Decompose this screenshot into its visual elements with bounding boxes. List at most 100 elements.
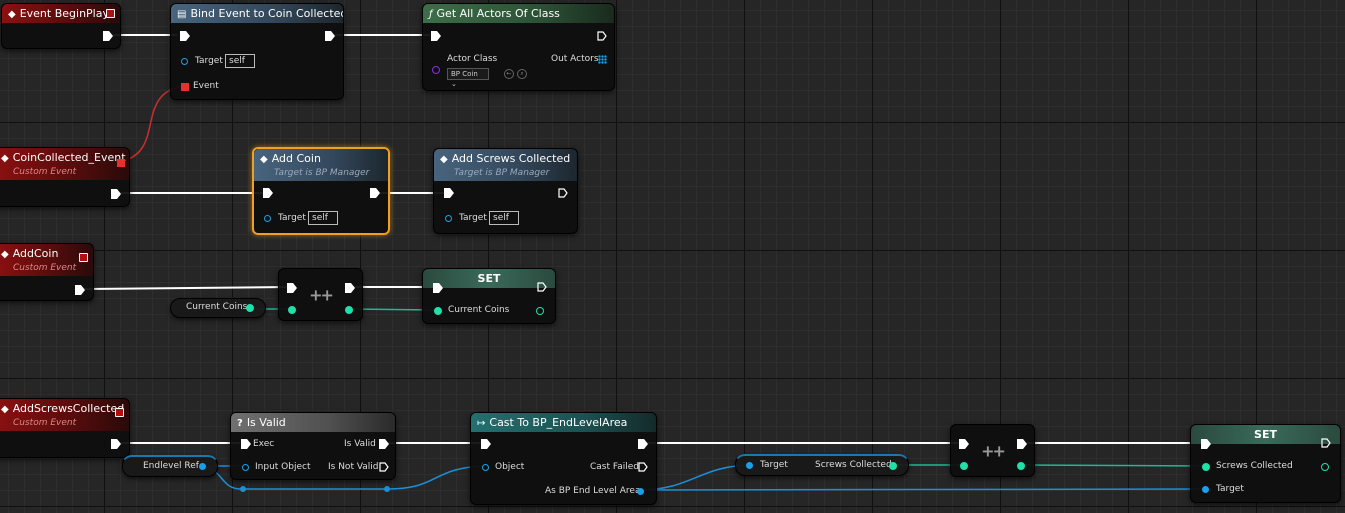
node-subtitle: Custom Event bbox=[13, 263, 77, 273]
variable-label: Screws Collected bbox=[1216, 461, 1293, 471]
int-output-pin[interactable] bbox=[536, 307, 544, 315]
variable-label: Screws Collected bbox=[815, 460, 892, 470]
node-title: Add Screws Collected bbox=[451, 152, 571, 165]
actor-class-input-pin[interactable] bbox=[432, 66, 440, 74]
target-self-field[interactable]: self bbox=[225, 54, 255, 68]
event-delegate-output-pin[interactable] bbox=[117, 159, 125, 167]
int-input-pin[interactable] bbox=[288, 306, 296, 314]
function-icon: ◆ bbox=[260, 154, 268, 165]
cast-to-endlevelarea-node[interactable]: ↦ Cast To BP_EndLevelArea Object Cast Fai… bbox=[470, 412, 657, 505]
question-icon: ? bbox=[237, 418, 243, 429]
as-endlevelarea-output-pin[interactable] bbox=[637, 488, 644, 495]
int-output-pin[interactable] bbox=[889, 462, 897, 470]
exec-output-pin[interactable] bbox=[558, 188, 568, 198]
addcoin-event-node[interactable]: ◆ AddCoin Custom Event bbox=[0, 243, 94, 301]
search-icon[interactable]: ⌕ bbox=[517, 69, 527, 79]
exec-input-pin[interactable] bbox=[959, 439, 969, 449]
input-object-label: Input Object bbox=[255, 462, 311, 472]
target-label: Target bbox=[278, 213, 306, 223]
exec-output-pin[interactable] bbox=[103, 31, 113, 41]
function-f-icon: ƒ bbox=[429, 9, 433, 20]
increment-symbol: ++ bbox=[309, 285, 334, 304]
int-input-pin[interactable] bbox=[434, 307, 442, 315]
is-valid-exec-pin[interactable] bbox=[379, 439, 389, 449]
delegate-output-pin[interactable] bbox=[79, 253, 88, 262]
exec-output-pin[interactable] bbox=[1017, 439, 1027, 449]
node-header: ◆ AddCoin Custom Event bbox=[0, 244, 93, 276]
set-screws-collected-node[interactable]: SET Screws Collected Target bbox=[1190, 424, 1341, 503]
current-coins-getter[interactable]: Current Coins bbox=[170, 298, 266, 318]
int-output-pin[interactable] bbox=[246, 304, 254, 312]
increment-node[interactable]: ++ bbox=[278, 268, 363, 321]
actor-class-dropdown[interactable]: BP Coin ⌄ bbox=[447, 68, 489, 88]
int-output-pin[interactable] bbox=[1321, 463, 1329, 471]
add-coin-node[interactable]: ◆ Add Coin Target is BP Manager Target sel… bbox=[252, 147, 390, 235]
coincollected-event-node[interactable]: ◆ CoinCollected_Event Custom Event bbox=[0, 147, 130, 207]
object-input-pin[interactable] bbox=[482, 464, 489, 471]
target-input-pin[interactable] bbox=[264, 215, 271, 222]
chevron-down-icon: ⌄ bbox=[451, 80, 457, 88]
node-header: ◆ Add Coin Target is BP Manager bbox=[254, 149, 388, 181]
exec-output-pin[interactable] bbox=[325, 31, 335, 41]
browse-back-icon[interactable]: ← bbox=[504, 69, 514, 79]
get-all-actors-node[interactable]: ƒ Get All Actors Of Class Actor Class BP … bbox=[422, 3, 615, 91]
exec-output-pin[interactable] bbox=[537, 282, 547, 292]
exec-input-pin[interactable] bbox=[263, 188, 273, 198]
node-header: ◆ AddScrewsCollected Custom Event bbox=[0, 399, 129, 431]
increment-node[interactable]: ++ bbox=[950, 424, 1035, 477]
is-valid-node[interactable]: ? Is Valid Exec Input Object Is Valid Is … bbox=[230, 412, 396, 480]
exec-output-pin[interactable] bbox=[597, 31, 607, 41]
target-self-field[interactable]: self bbox=[308, 211, 338, 225]
node-title: SET bbox=[1254, 428, 1277, 441]
delegate-output-pin[interactable] bbox=[106, 9, 115, 18]
event-delegate-input-pin[interactable] bbox=[181, 83, 189, 91]
int-input-pin[interactable] bbox=[1202, 463, 1210, 471]
target-self-field[interactable]: self bbox=[489, 211, 519, 225]
out-actors-array-pin[interactable] bbox=[598, 55, 607, 64]
exec-output-pin[interactable] bbox=[638, 439, 648, 449]
node-header: ↦ Cast To BP_EndLevelArea bbox=[471, 413, 656, 432]
exec-input-pin[interactable] bbox=[444, 188, 454, 198]
exec-input-pin[interactable] bbox=[287, 283, 297, 293]
event-beginplay-node[interactable]: ◆ Event BeginPlay bbox=[1, 3, 121, 49]
event-diamond-icon: ◆ bbox=[1, 404, 9, 415]
exec-output-pin[interactable] bbox=[75, 285, 85, 295]
endlevel-ref-getter[interactable]: Endlevel Ref bbox=[122, 455, 218, 477]
target-input-pin[interactable] bbox=[181, 58, 188, 65]
int-input-pin[interactable] bbox=[960, 462, 968, 470]
exec-input-pin[interactable] bbox=[241, 439, 251, 449]
object-output-pin[interactable] bbox=[199, 463, 206, 470]
set-current-coins-node[interactable]: SET Current Coins bbox=[422, 268, 556, 324]
actor-class-value: BP Coin bbox=[451, 70, 478, 78]
addscrewscollected-event-node[interactable]: ◆ AddScrewsCollected Custom Event bbox=[0, 398, 130, 458]
int-output-pin[interactable] bbox=[345, 306, 353, 314]
exec-output-pin[interactable] bbox=[111, 439, 121, 449]
bind-event-node[interactable]: ▤ Bind Event to Coin Collected Target sel… bbox=[170, 3, 344, 100]
exec-input-pin[interactable] bbox=[481, 439, 491, 449]
target-label: Target bbox=[760, 460, 788, 470]
exec-output-pin[interactable] bbox=[111, 189, 121, 199]
is-not-valid-exec-pin[interactable] bbox=[379, 462, 389, 472]
exec-output-pin[interactable] bbox=[1321, 438, 1331, 448]
is-not-valid-label: Is Not Valid bbox=[328, 462, 379, 472]
input-object-pin[interactable] bbox=[242, 464, 249, 471]
node-title: SET bbox=[477, 272, 501, 285]
function-icon: ▤ bbox=[177, 9, 187, 20]
add-screws-collected-node[interactable]: ◆ Add Screws Collected Target is BP Manage… bbox=[433, 148, 578, 234]
exec-output-pin[interactable] bbox=[370, 188, 380, 198]
variable-label: Endlevel Ref bbox=[143, 461, 199, 471]
node-header: ◆ Event BeginPlay bbox=[2, 4, 120, 23]
node-title: AddScrewsCollected bbox=[12, 402, 125, 415]
exec-input-pin[interactable] bbox=[180, 31, 190, 41]
exec-input-pin[interactable] bbox=[431, 31, 441, 41]
object-label: Object bbox=[495, 462, 525, 472]
target-input-pin[interactable] bbox=[746, 462, 753, 469]
int-wire bbox=[1018, 464, 1206, 467]
exec-output-pin[interactable] bbox=[345, 283, 355, 293]
int-output-pin[interactable] bbox=[1017, 462, 1025, 470]
delegate-output-pin[interactable] bbox=[115, 408, 124, 417]
target-input-pin[interactable] bbox=[445, 215, 452, 222]
cast-failed-exec-pin[interactable] bbox=[638, 462, 648, 472]
screws-collected-getter[interactable]: Target Screws Collected bbox=[735, 454, 909, 476]
target-input-pin[interactable] bbox=[1202, 486, 1209, 493]
